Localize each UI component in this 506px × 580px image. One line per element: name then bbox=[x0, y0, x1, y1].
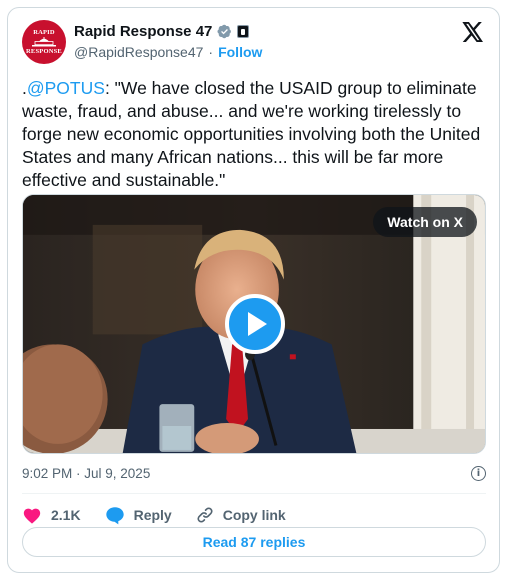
mention-link[interactable]: @POTUS bbox=[27, 78, 105, 98]
tweet-text: .@POTUS: "We have closed the USAID group… bbox=[22, 77, 492, 192]
reply-bubble-icon bbox=[105, 506, 124, 524]
watch-on-x-button[interactable]: Watch on X bbox=[373, 207, 477, 237]
author-handle[interactable]: @RapidResponse47 bbox=[74, 44, 203, 60]
author-handle-row: @RapidResponse47 · Follow bbox=[74, 44, 262, 60]
copy-link-button[interactable]: Copy link bbox=[196, 506, 286, 524]
info-icon[interactable]: i bbox=[471, 465, 486, 481]
affiliation-badge-icon bbox=[237, 25, 250, 38]
divider bbox=[22, 493, 486, 494]
play-icon bbox=[248, 312, 267, 336]
follow-button[interactable]: Follow bbox=[218, 44, 262, 60]
capitol-icon bbox=[32, 37, 56, 47]
display-name[interactable]: Rapid Response 47 bbox=[74, 23, 212, 40]
tweet-embed-card: RAPID RESPONSE Rapid Response 47 @RapidR… bbox=[7, 7, 500, 573]
avatar[interactable]: RAPID RESPONSE bbox=[22, 20, 66, 64]
separator-dot: · bbox=[208, 44, 214, 60]
timestamp[interactable]: 9:02 PM · Jul 9, 2025 bbox=[22, 466, 150, 481]
verified-badge-icon bbox=[217, 24, 232, 39]
avatar-text-bottom: RESPONSE bbox=[26, 48, 62, 55]
video-thumbnail[interactable]: Watch on X bbox=[22, 194, 486, 454]
action-bar: 2.1K Reply Copy link bbox=[22, 500, 310, 530]
read-replies-button[interactable]: Read 87 replies bbox=[22, 527, 486, 557]
copy-link-label: Copy link bbox=[222, 507, 286, 523]
play-button[interactable] bbox=[225, 294, 285, 354]
like-button[interactable]: 2.1K bbox=[22, 506, 81, 524]
x-logo-icon[interactable] bbox=[462, 22, 484, 42]
like-count: 2.1K bbox=[51, 507, 81, 523]
timestamp-row: 9:02 PM · Jul 9, 2025 i bbox=[22, 464, 486, 482]
reply-button[interactable]: Reply bbox=[105, 506, 172, 525]
link-icon bbox=[197, 507, 213, 523]
reply-label: Reply bbox=[133, 507, 172, 523]
author-name-row: Rapid Response 47 bbox=[74, 23, 250, 40]
heart-icon bbox=[23, 508, 41, 524]
avatar-text-top: RAPID bbox=[33, 29, 55, 36]
